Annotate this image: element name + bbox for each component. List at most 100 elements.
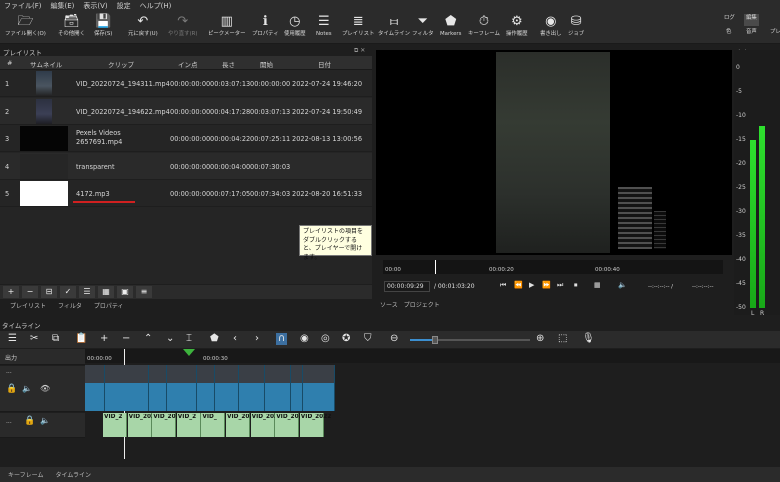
lock-icon[interactable]: 🔒	[6, 384, 17, 394]
volume-icon[interactable]: 🔈	[618, 281, 627, 289]
playlist-row[interactable]: 5 4172.mp3 00:00:00:00 00:07:17:05 00:07:34:…	[0, 180, 372, 207]
lift-icon[interactable]: ⌃	[144, 333, 152, 345]
audio-clip[interactable]: VID_2022	[275, 413, 307, 437]
cut-icon[interactable]: ✂	[30, 333, 38, 345]
ripple-markers-icon[interactable]: ⛉	[364, 333, 372, 345]
folder-button[interactable]: 🗁 ファイル開く(O)	[5, 14, 46, 42]
tiles-view-icon[interactable]: ▦	[98, 286, 114, 298]
open-other-button[interactable]: 🗃 その他開く	[58, 14, 85, 42]
zoom-fit-icon[interactable]: ⬚	[558, 333, 567, 345]
audio-clip[interactable]: VID_202	[226, 413, 253, 437]
playlist-row[interactable]: 3 Pexels Videos 2657691.mp4 00:00:00:00 00:…	[0, 125, 372, 152]
properties-button[interactable]: ℹ プロパティ	[252, 14, 279, 42]
jobs-button[interactable]: ⛁ ジョブ	[568, 14, 584, 42]
zoom-in-icon[interactable]: ⊕	[536, 333, 544, 345]
audio-track-header[interactable]: ... 🔒 🔈	[0, 413, 85, 438]
add-icon[interactable]: +	[3, 286, 19, 298]
playlist-row[interactable]: 4 transparent 00:00:00:00 00:00:04:00 00:07:…	[0, 152, 372, 180]
tab[interactable]: フィルタ	[54, 300, 86, 312]
tab[interactable]: ソース	[380, 300, 398, 309]
menu-icon[interactable]: ☰	[8, 333, 17, 345]
tab[interactable]: プレイリスト	[6, 300, 50, 312]
audio-clip[interactable]: VID_2022	[127, 413, 159, 437]
timeline-marker[interactable]	[183, 349, 195, 356]
workspace-button[interactable]: 編集	[744, 14, 759, 26]
redo-button[interactable]: ↷ やり直す(R)	[168, 14, 198, 42]
zoom-out-icon[interactable]: ⊖	[390, 333, 398, 345]
video-track-header[interactable]: ... 🔒 🔈 👁	[0, 366, 85, 412]
video-clip[interactable]	[239, 365, 265, 411]
video-clip[interactable]	[105, 365, 149, 411]
audio-clip[interactable]: VID_	[201, 413, 226, 437]
keyframe-button[interactable]: ⏱ キーフレーム	[468, 14, 500, 42]
prev-marker-icon[interactable]: ‹	[233, 333, 237, 345]
remove-icon[interactable]: −	[122, 333, 130, 345]
video-clip[interactable]	[149, 365, 167, 411]
tab[interactable]: プロパティ	[90, 300, 128, 312]
snap-icon[interactable]: ∩	[276, 333, 288, 345]
ripple-all-icon[interactable]: ✪	[342, 333, 350, 345]
timeline-area[interactable]: 00:00:00 00:00:30 VID_2 VID_2022 VID_2022 V…	[85, 349, 780, 465]
export-button[interactable]: ◉ 書き出し	[540, 14, 562, 42]
video-clip[interactable]	[215, 365, 239, 411]
mute-icon[interactable]: 🔈	[40, 416, 50, 425]
col-clip[interactable]: クリップ	[108, 59, 134, 69]
menu-item[interactable]: ヘルプ(H)	[140, 1, 172, 11]
paste-icon[interactable]: 📋	[75, 333, 87, 345]
remove-icon[interactable]: −	[22, 286, 38, 298]
audio-clip[interactable]: VID_2022	[152, 413, 184, 437]
split-icon[interactable]: ⌶	[186, 333, 192, 345]
video-clip[interactable]	[197, 365, 215, 411]
check-icon[interactable]: ✓	[60, 286, 76, 298]
audio-clip[interactable]: VID_2	[103, 413, 127, 437]
update-icon[interactable]: ⊟	[41, 286, 57, 298]
video-viewer[interactable]	[376, 50, 732, 255]
peak-meter-button[interactable]: ▥ ピークメーター	[208, 14, 246, 42]
icons-view-icon[interactable]: ▣	[117, 286, 133, 298]
tab[interactable]: プロジェクト	[404, 300, 440, 309]
menu-item[interactable]: 編集(E)	[51, 1, 75, 11]
col-duration[interactable]: 長さ	[222, 59, 235, 69]
skip-end-icon[interactable]: ⏭	[557, 281, 563, 290]
viewer-playhead[interactable]	[435, 260, 436, 274]
details-view-icon[interactable]: ☰	[79, 286, 95, 298]
scrub-icon[interactable]: ◉	[300, 333, 309, 345]
history-button[interactable]: ◷ 使用履歴	[284, 14, 306, 42]
video-clip[interactable]	[303, 365, 335, 411]
ripple-icon[interactable]: ◎	[321, 333, 330, 345]
filter-button[interactable]: ⏷ フィルタ	[412, 14, 433, 42]
col-thumbnail[interactable]: サムネイル	[30, 59, 62, 69]
playlist-row[interactable]: 2 VID_20220724_194622.mp4 00:00:00:00 00:04…	[0, 97, 372, 125]
playlist-row[interactable]: 1 VID_20220724_194311.mp4 00:00:00:00 00:03…	[0, 70, 372, 97]
mute-icon[interactable]: 🔈	[22, 384, 32, 393]
skip-start-icon[interactable]: ⏮	[500, 281, 506, 290]
append-icon[interactable]: +	[100, 333, 108, 345]
audio-clip[interactable]: VID_2022	[299, 413, 331, 437]
zoom-slider[interactable]	[410, 336, 530, 344]
menu-item[interactable]: 表示(V)	[83, 1, 107, 11]
tab[interactable]: キーフレーム	[4, 469, 47, 480]
video-clip[interactable]	[265, 365, 291, 411]
playlist-panel-controls[interactable]: ⧉ ✕	[354, 47, 365, 55]
rewind-icon[interactable]: ⏪	[514, 281, 523, 289]
col-start[interactable]: 開始	[260, 59, 273, 69]
viewer-ruler[interactable]: 00:00 00:00:20 00:00:40	[383, 260, 723, 274]
grid-icon[interactable]: ▦	[594, 281, 601, 289]
col-date[interactable]: 日付	[318, 59, 331, 69]
undo-button[interactable]: ↶ 元に戻す(U)	[128, 14, 158, 42]
audio-clip[interactable]: VID_2	[176, 413, 201, 437]
video-clip[interactable]	[291, 365, 303, 411]
lock-icon[interactable]: 🔒	[24, 416, 35, 426]
playlist-button[interactable]: ≣ プレイリスト	[342, 14, 374, 42]
notes-button[interactable]: ☰ Notes	[316, 14, 332, 42]
video-clip[interactable]	[167, 365, 197, 411]
col-num[interactable]: #	[7, 59, 12, 67]
record-audio-icon[interactable]: 🎙	[582, 333, 595, 345]
save-button[interactable]: 💾 保存(S)	[94, 14, 112, 42]
stop-icon[interactable]: ⏹	[574, 281, 578, 290]
col-in[interactable]: イン点	[178, 59, 198, 69]
menu-item[interactable]: ファイル(F)	[4, 1, 42, 11]
menu-icon[interactable]: ≡	[136, 286, 152, 298]
markers-button[interactable]: ⬟ Markers	[440, 14, 461, 42]
history2-button[interactable]: ⚙ 操作履歴	[506, 14, 528, 42]
